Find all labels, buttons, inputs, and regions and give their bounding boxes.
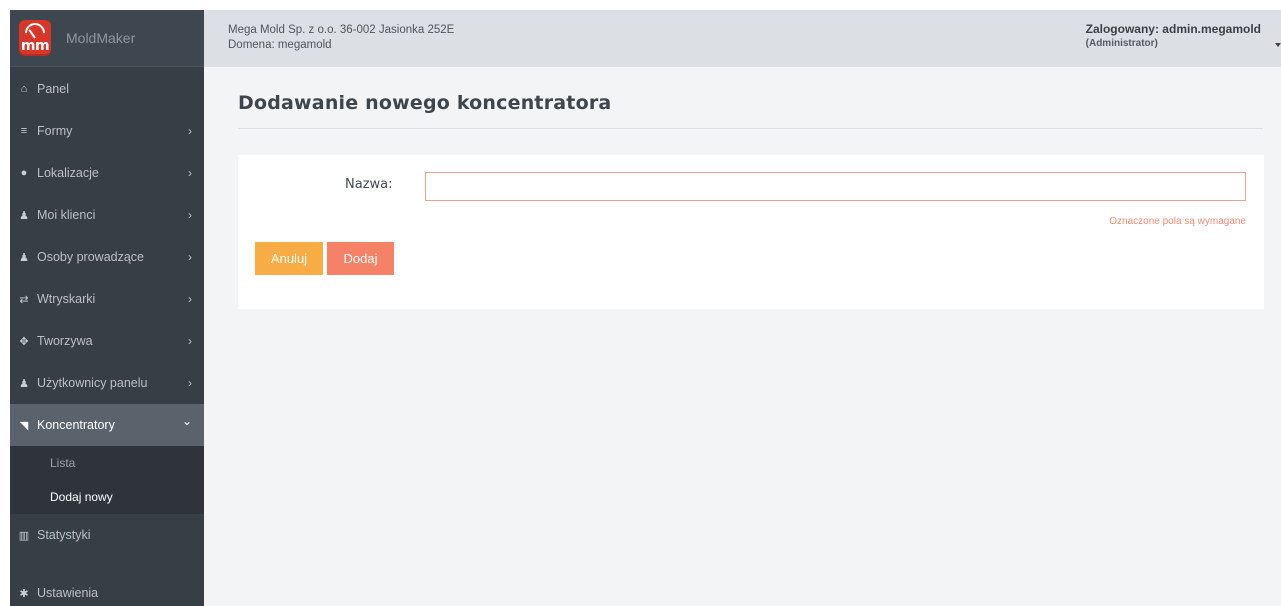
name-input[interactable] — [425, 172, 1246, 201]
page-title: Dodawanie nowego koncentratora — [238, 92, 612, 114]
form-card: Nazwa: Oznaczone pola są wymagane Anuluj… — [238, 155, 1264, 309]
sidebar-item-wtryskarki[interactable]: ⇄ Wtryskarki › — [10, 278, 204, 320]
top-header: Mega Mold Sp. z o.o. 36-002 Jasionka 252… — [204, 10, 1281, 67]
sidebar-item-label: Statystyki — [37, 528, 91, 542]
cancel-button[interactable]: Anuluj — [255, 242, 323, 275]
brand[interactable]: mm MoldMaker — [10, 10, 204, 67]
title-divider — [238, 128, 1263, 129]
sidebar-item-koncentratory[interactable]: ◥ Koncentratory ⌄ — [10, 404, 204, 446]
sidebar-item-label: Ustawienia — [37, 586, 99, 600]
main-content: Dodawanie nowego koncentratora Nazwa: Oz… — [204, 67, 1281, 606]
user-icon: ♟ — [19, 377, 29, 390]
chevron-down-icon: ⌄ — [181, 414, 192, 428]
domain-line: Domena: megamold — [228, 39, 332, 51]
chevron-right-icon: › — [188, 334, 192, 348]
chevron-right-icon: › — [188, 250, 192, 264]
crosshairs-icon: ✥ — [19, 335, 29, 348]
submenu-koncentratory: Lista Dodaj nowy — [10, 446, 204, 514]
exchange-icon: ⇄ — [19, 293, 29, 306]
sidebar-item-label: Tworzywa — [37, 334, 93, 348]
caret-down-icon[interactable] — [1275, 43, 1281, 47]
sidebar-item-label: Lokalizacje — [37, 166, 99, 180]
name-label: Nazwa: — [345, 177, 393, 192]
required-fields-note: Oznaczone pola są wymagane — [1109, 216, 1246, 227]
user-role: (Administrator) — [1085, 38, 1158, 49]
sidebar-item-label: Panel — [37, 82, 69, 96]
sidebar-item-statystyki[interactable]: ▥ Statystyki — [10, 514, 204, 556]
logo-letters: mm — [20, 38, 50, 54]
sidebar-item-uzytkownicy-panelu[interactable]: ♟ Użytkownicy panelu › — [10, 362, 204, 404]
sidebar-item-lokalizacje[interactable]: ● Lokalizacje › — [10, 152, 204, 194]
sidebar-item-formy[interactable]: ≡ Formy › — [10, 110, 204, 152]
sidebar-item-osoby-prowadzace[interactable]: ♟ Osoby prowadzące › — [10, 236, 204, 278]
bar-chart-icon: ▥ — [18, 529, 30, 542]
sidebar-item-label: Osoby prowadzące — [37, 250, 145, 264]
brand-name: MoldMaker — [66, 30, 136, 46]
company-line: Mega Mold Sp. z o.o. 36-002 Jasionka 252… — [228, 24, 455, 36]
database-icon: ≡ — [20, 125, 28, 137]
sidebar-item-panel[interactable]: ⌂ Panel — [10, 68, 204, 110]
submenu-item-lista[interactable]: Lista — [10, 446, 204, 480]
home-icon: ⌂ — [20, 83, 28, 95]
gear-icon: ✱ — [19, 587, 29, 600]
submenu-item-dodaj-nowy[interactable]: Dodaj nowy — [10, 480, 204, 514]
sidebar-menu: ⌂ Panel ≡ Formy › ● Lokalizacje › ♟ Moi … — [10, 68, 204, 606]
sidebar-item-label: Formy — [37, 124, 73, 138]
company-info: Mega Mold Sp. z o.o. 36-002 Jasionka 252… — [228, 23, 454, 53]
logged-user: Zalogowany: admin.megamold — [1085, 22, 1261, 36]
sidebar-item-moi-klienci[interactable]: ♟ Moi klienci › — [10, 194, 204, 236]
sidebar-item-label: Moi klienci — [37, 208, 96, 222]
chevron-right-icon: › — [188, 292, 192, 306]
chevron-right-icon: › — [188, 166, 192, 180]
rss-icon: ◥ — [19, 419, 29, 432]
app-frame: mm MoldMaker ⌂ Panel ≡ Formy › ● Lokaliz… — [10, 10, 1281, 606]
map-marker-icon: ● — [20, 167, 28, 179]
sidebar-item-label: Koncentratory — [37, 418, 115, 432]
sidebar-item-ustawienia[interactable]: ✱ Ustawienia — [10, 572, 204, 606]
users-icon: ♟ — [19, 251, 29, 264]
moldmaker-logo-icon: mm — [19, 20, 51, 56]
sidebar-item-label: Wtryskarki — [37, 292, 96, 306]
user-icon: ♟ — [19, 209, 29, 222]
add-button[interactable]: Dodaj — [327, 242, 394, 275]
user-menu[interactable]: Zalogowany: admin.megamold (Administrato… — [1086, 22, 1261, 49]
sidebar-item-label: Użytkownicy panelu — [37, 376, 148, 390]
sidebar-item-tworzywa[interactable]: ✥ Tworzywa › — [10, 320, 204, 362]
chevron-right-icon: › — [188, 208, 192, 222]
chevron-right-icon: › — [188, 376, 192, 390]
chevron-right-icon: › — [188, 124, 192, 138]
sidebar: mm MoldMaker ⌂ Panel ≡ Formy › ● Lokaliz… — [10, 10, 204, 606]
